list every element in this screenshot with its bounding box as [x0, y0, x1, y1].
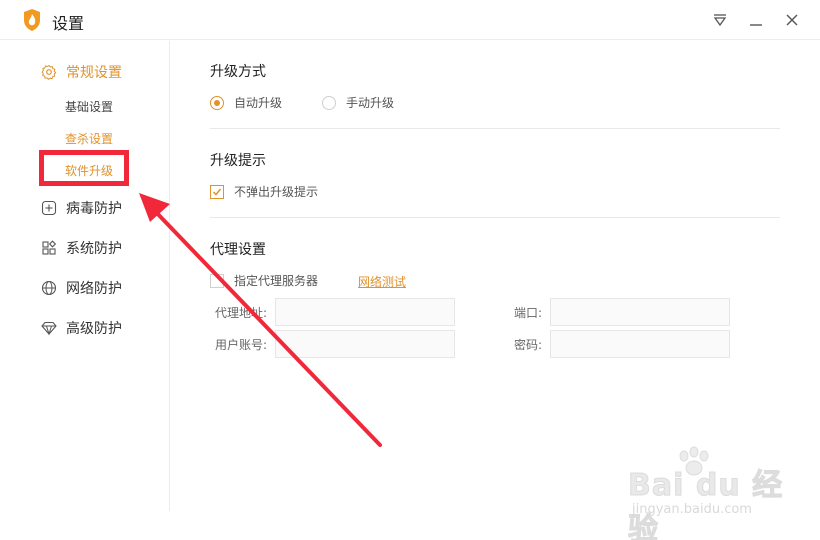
gear-icon — [40, 63, 58, 81]
watermark-text: Bai du 经验 — [628, 468, 784, 540]
window-title: 设置 — [52, 14, 85, 33]
sidebar-group-advanced-protection[interactable]: 高级防护 — [40, 318, 122, 338]
proxy-address-label: 代理地址: — [215, 306, 268, 320]
checkbox-box — [210, 273, 224, 288]
divider — [210, 128, 780, 129]
sidebar-group-label: 网络防护 — [66, 281, 122, 297]
dropdown-icon[interactable] — [710, 10, 730, 30]
no-upgrade-popup-checkbox[interactable]: 不弹出升级提示 — [210, 183, 318, 200]
port-input[interactable] — [550, 298, 730, 326]
password-input[interactable] — [550, 330, 730, 358]
radio-label: 手动升级 — [346, 96, 395, 110]
sidebar-group-virus-protection[interactable]: 病毒防护 — [40, 198, 122, 218]
sidebar-item-basic-settings[interactable]: 基础设置 — [65, 98, 113, 115]
paw-logo-icon — [679, 446, 709, 476]
sidebar-group-label: 病毒防护 — [66, 201, 122, 217]
sidebar-group-label: 常规设置 — [66, 65, 122, 81]
divider — [210, 217, 780, 218]
password-label: 密码: — [514, 338, 543, 352]
sidebar-group-system-protection[interactable]: 系统防护 — [40, 238, 122, 258]
minimize-icon[interactable] — [746, 10, 766, 30]
user-account-label: 用户账号: — [215, 338, 268, 352]
plus-box-icon — [40, 199, 58, 217]
upgrade-mode-title: 升级方式 — [210, 64, 266, 80]
auto-upgrade-radio[interactable]: 自动升级 — [210, 94, 282, 111]
sidebar-group-label: 系统防护 — [66, 241, 122, 257]
diamond-icon — [40, 319, 58, 337]
checkbox-label: 指定代理服务器 — [234, 274, 319, 288]
sidebar-group-general-settings[interactable]: 常规设置 — [40, 62, 122, 82]
title-bar: 设置 — [0, 0, 820, 40]
radio-circle — [322, 95, 336, 110]
checkbox-box — [210, 184, 224, 199]
globe-icon — [40, 279, 58, 297]
watermark-url: jingyan.baidu.com — [632, 502, 752, 517]
sidebar-item-scan-settings[interactable]: 查杀设置 — [65, 130, 113, 147]
user-account-input[interactable] — [275, 330, 455, 358]
grid-icon — [40, 239, 58, 257]
manual-upgrade-radio[interactable]: 手动升级 — [322, 94, 394, 111]
sidebar-item-software-upgrade[interactable]: 软件升级 — [65, 162, 113, 179]
sidebar-group-network-protection[interactable]: 网络防护 — [40, 278, 122, 298]
proxy-settings-title: 代理设置 — [210, 242, 266, 258]
close-icon[interactable] — [782, 10, 802, 30]
proxy-address-input[interactable] — [275, 298, 455, 326]
network-test-link[interactable]: 网络测试 — [358, 273, 406, 290]
specify-proxy-checkbox[interactable]: 指定代理服务器 — [210, 272, 318, 289]
sidebar-group-label: 高级防护 — [66, 321, 122, 337]
port-label: 端口: — [514, 306, 543, 320]
radio-label: 自动升级 — [234, 96, 283, 110]
checkbox-label: 不弹出升级提示 — [234, 185, 319, 199]
upgrade-tip-title: 升级提示 — [210, 153, 266, 169]
sidebar: 常规设置 基础设置 查杀设置 软件升级 病毒防护 系统防护 网络防护 高级防护 — [0, 41, 170, 511]
radio-circle — [210, 95, 224, 110]
baidu-watermark: Bai du 经验 jingyan.baidu.com — [628, 446, 788, 540]
app-logo-icon — [22, 8, 42, 32]
